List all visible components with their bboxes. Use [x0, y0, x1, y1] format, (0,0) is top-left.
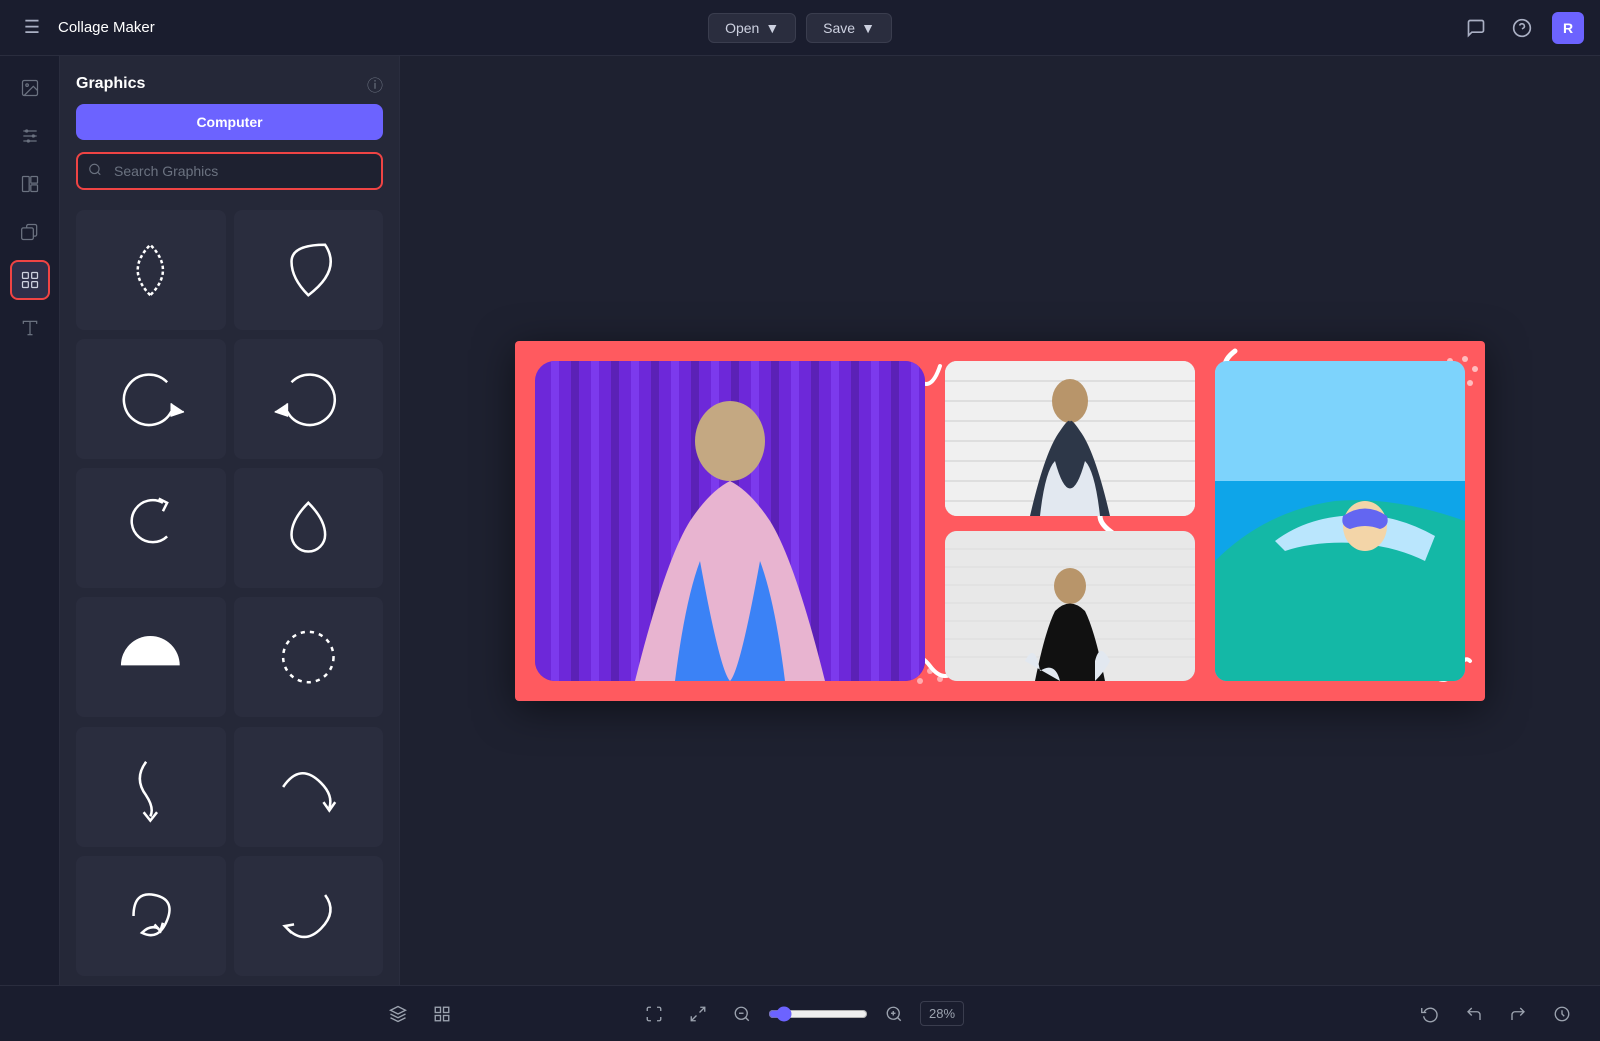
panel-title: Graphics: [76, 75, 145, 93]
topbar-right: R: [892, 12, 1584, 44]
fit-button[interactable]: [680, 996, 716, 1032]
list-item[interactable]: [234, 597, 384, 717]
open-button[interactable]: Open ▼: [708, 13, 796, 43]
main-area: Graphics ⓘ Computer: [0, 56, 1600, 985]
photo-slot-2[interactable]: [945, 361, 1195, 516]
sidebar-item-filters[interactable]: [10, 116, 50, 156]
grid-button[interactable]: [424, 996, 460, 1032]
help-icon-button[interactable]: [1506, 12, 1538, 44]
history-icon: [1553, 1005, 1571, 1023]
app-title: Collage Maker: [58, 19, 155, 36]
help-icon: [1512, 18, 1532, 38]
sidebar-item-text[interactable]: [10, 308, 50, 348]
graphics-grid: [60, 202, 399, 985]
photo-1-image: [535, 361, 925, 681]
search-icon: [88, 163, 102, 180]
search-graphics-input[interactable]: [78, 154, 381, 188]
list-item[interactable]: [76, 597, 226, 717]
list-item[interactable]: [234, 856, 384, 976]
grid-icon: [433, 1005, 451, 1023]
chat-icon: [1466, 18, 1486, 38]
photo-slot-3[interactable]: [945, 531, 1195, 681]
refresh-button[interactable]: [1412, 996, 1448, 1032]
redo-button[interactable]: [1500, 996, 1536, 1032]
info-icon[interactable]: ⓘ: [367, 72, 383, 96]
graphics-icon: [20, 270, 40, 290]
chat-icon-button[interactable]: [1460, 12, 1492, 44]
filters-icon: [20, 126, 40, 146]
search-wrap: [76, 152, 383, 190]
chevron-down-icon: ▼: [765, 20, 779, 36]
icon-sidebar: [0, 56, 60, 985]
list-item[interactable]: [234, 210, 384, 330]
photo-slot-4[interactable]: [1215, 361, 1465, 681]
fit-icon: [689, 1005, 707, 1023]
menu-button[interactable]: ☰: [16, 12, 48, 44]
bottom-right-tools: [1412, 996, 1580, 1032]
collage-canvas: [515, 341, 1485, 701]
refresh-icon: [1421, 1005, 1439, 1023]
expand-button[interactable]: [636, 996, 672, 1032]
expand-icon: [645, 1005, 663, 1023]
user-avatar[interactable]: R: [1552, 12, 1584, 44]
layers-button[interactable]: [380, 996, 416, 1032]
overlays-icon: [20, 222, 40, 242]
history-button[interactable]: [1544, 996, 1580, 1032]
list-item[interactable]: [76, 727, 226, 847]
list-item[interactable]: [234, 727, 384, 847]
zoom-percent: 28%: [920, 1001, 964, 1026]
sidebar-item-photos[interactable]: [10, 68, 50, 108]
layouts-icon: [20, 174, 40, 194]
zoom-slider[interactable]: [768, 1006, 868, 1022]
sidebar-item-layouts[interactable]: [10, 164, 50, 204]
sidebar-item-graphics[interactable]: [10, 260, 50, 300]
sidebar-item-overlays[interactable]: [10, 212, 50, 252]
zoom-in-icon: [885, 1005, 903, 1023]
list-item[interactable]: [234, 339, 384, 459]
photo-3-image: [945, 531, 1195, 681]
topbar-center: Open ▼ Save ▼: [708, 13, 892, 43]
layers-icon: [389, 1005, 407, 1023]
list-item[interactable]: [76, 339, 226, 459]
panel-header: Graphics ⓘ: [60, 56, 399, 104]
zoom-out-button[interactable]: [724, 996, 760, 1032]
graphics-panel: Graphics ⓘ Computer: [60, 56, 400, 985]
save-button[interactable]: Save ▼: [806, 13, 892, 43]
list-item[interactable]: [234, 468, 384, 588]
photo-2-image: [945, 361, 1195, 516]
chevron-down-icon: ▼: [861, 20, 875, 36]
topbar-left: ☰ Collage Maker: [16, 12, 708, 44]
redo-icon: [1509, 1005, 1527, 1023]
text-icon: [20, 318, 40, 338]
photo-slot-1[interactable]: [535, 361, 925, 681]
bottom-bar: 28%: [0, 985, 1600, 1041]
photo-4-image: [1215, 361, 1465, 681]
list-item[interactable]: [76, 468, 226, 588]
list-item[interactable]: [76, 210, 226, 330]
list-item[interactable]: [76, 856, 226, 976]
zoom-out-icon: [733, 1005, 751, 1023]
topbar: ☰ Collage Maker Open ▼ Save ▼ R: [0, 0, 1600, 56]
upload-computer-button[interactable]: Computer: [76, 104, 383, 140]
canvas-area: [400, 56, 1600, 985]
photos-icon: [20, 78, 40, 98]
bottom-left-tools: [380, 996, 460, 1032]
bottom-center-tools: 28%: [636, 996, 964, 1032]
undo-button[interactable]: [1456, 996, 1492, 1032]
zoom-in-button[interactable]: [876, 996, 912, 1032]
undo-icon: [1465, 1005, 1483, 1023]
